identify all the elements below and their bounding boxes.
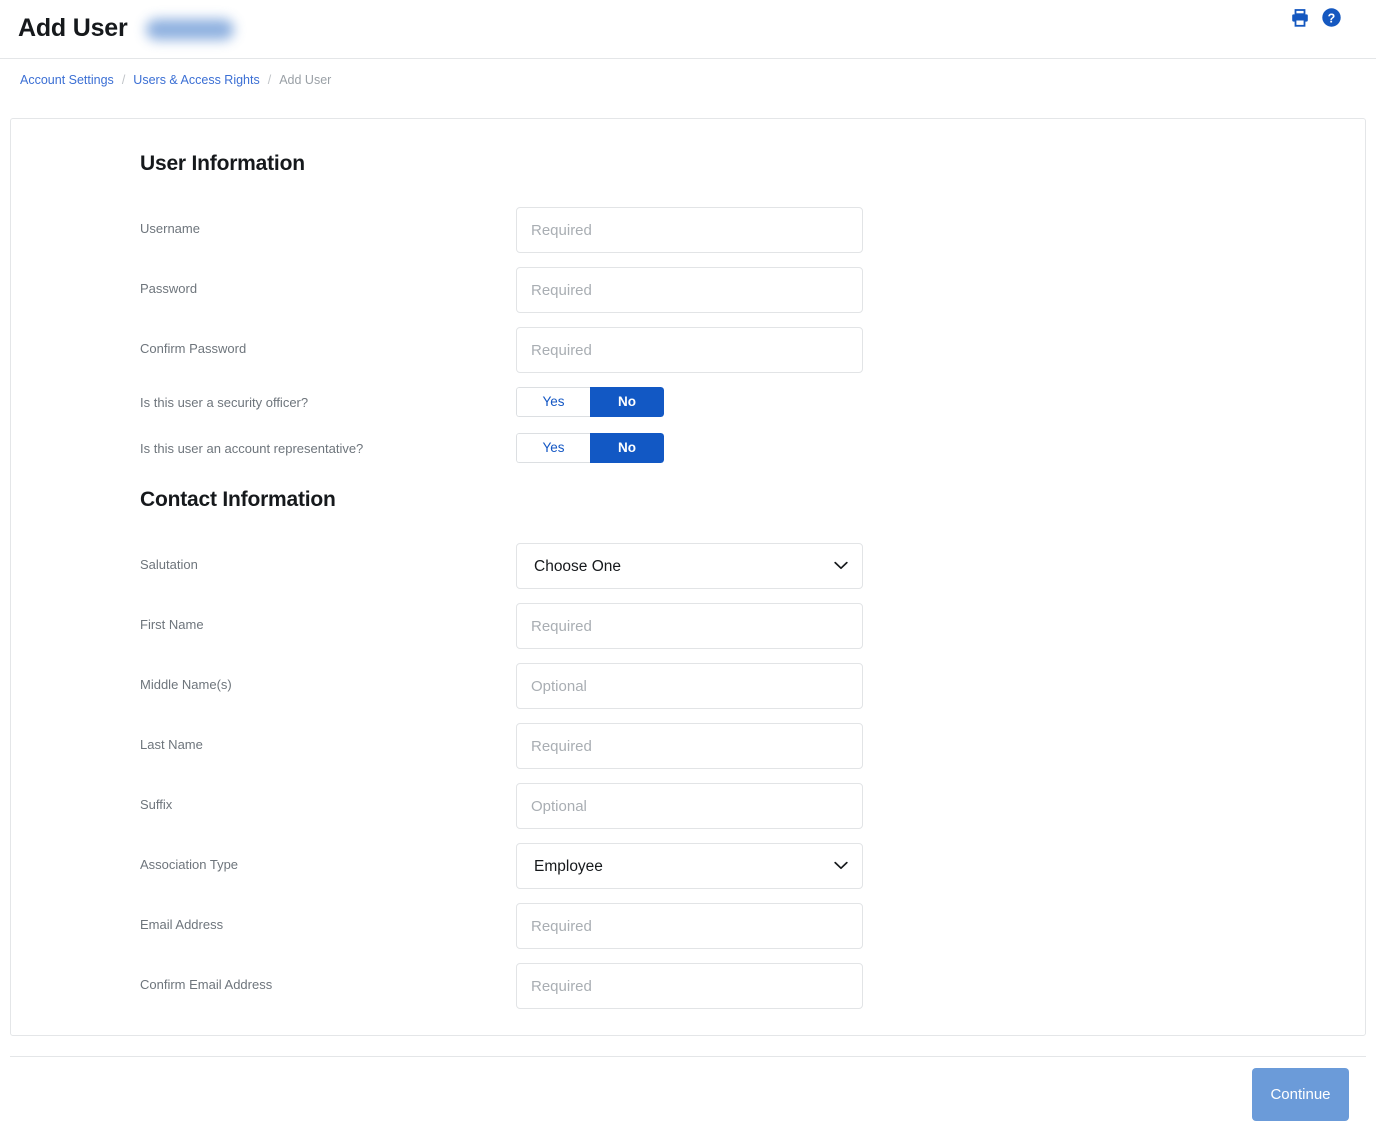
label-username: Username: [140, 221, 200, 236]
security-officer-toggle: Yes No: [516, 387, 664, 417]
print-icon[interactable]: [1290, 8, 1310, 33]
label-suffix: Suffix: [140, 797, 173, 812]
field-row-salutation: Salutation Choose One: [140, 543, 1365, 589]
field-row-email-address: Email Address: [140, 903, 1365, 949]
label-account-representative: Is this user an account representative?: [140, 440, 364, 456]
suffix-input[interactable]: [516, 783, 863, 829]
association-type-select[interactable]: Employee: [516, 843, 863, 889]
breadcrumb-separator: /: [121, 73, 126, 87]
password-input[interactable]: [516, 267, 863, 313]
label-salutation: Salutation: [140, 557, 198, 572]
label-security-officer: Is this user a security officer?: [140, 394, 309, 410]
field-row-security-officer: Is this user a security officer? Yes No: [140, 387, 1365, 417]
confirm-password-input[interactable]: [516, 327, 863, 373]
breadcrumb-separator: /: [267, 73, 272, 87]
salutation-select[interactable]: Choose One: [516, 543, 863, 589]
help-icon[interactable]: ?: [1321, 7, 1342, 33]
label-password: Password: [140, 281, 198, 296]
confirm-email-address-input[interactable]: [516, 963, 863, 1009]
breadcrumb-item-add-user: Add User: [279, 73, 332, 87]
section-title-user-information: User Information: [140, 152, 305, 175]
username-input[interactable]: [516, 207, 863, 253]
field-row-confirm-password: Confirm Password: [140, 327, 1365, 373]
footer-bar: Continue: [0, 1068, 1376, 1121]
form-card: User Information Username Password Confi…: [10, 118, 1366, 1036]
security-officer-yes-button[interactable]: Yes: [516, 387, 590, 417]
last-name-input[interactable]: [516, 723, 863, 769]
field-row-middle-name: Middle Name(s): [140, 663, 1365, 709]
label-email-address: Email Address: [140, 917, 224, 932]
label-association-type: Association Type: [140, 857, 239, 872]
field-row-confirm-email-address: Confirm Email Address: [140, 963, 1365, 1009]
label-confirm-password: Confirm Password: [140, 341, 247, 356]
association-type-select-wrapper: Employee: [516, 843, 863, 889]
security-officer-no-button[interactable]: No: [590, 387, 664, 417]
header-icon-group: ?: [1290, 7, 1342, 33]
breadcrumb: Account Settings / Users & Access Rights…: [0, 59, 1376, 87]
account-representative-no-button[interactable]: No: [590, 433, 664, 463]
redacted-badge: [145, 18, 234, 40]
breadcrumb-item-account-settings[interactable]: Account Settings: [20, 74, 114, 87]
label-confirm-email-address: Confirm Email Address: [140, 977, 273, 992]
field-row-association-type: Association Type Employee: [140, 843, 1365, 889]
salutation-select-wrapper: Choose One: [516, 543, 863, 589]
add-user-form: User Information Username Password Confi…: [11, 119, 1365, 1009]
first-name-input[interactable]: [516, 603, 863, 649]
label-last-name: Last Name: [140, 737, 203, 752]
field-row-suffix: Suffix: [140, 783, 1365, 829]
page-header: Add User ?: [0, 0, 1376, 59]
account-representative-yes-button[interactable]: Yes: [516, 433, 590, 463]
middle-name-input[interactable]: [516, 663, 863, 709]
section-title-contact-information: Contact Information: [140, 488, 336, 511]
email-address-input[interactable]: [516, 903, 863, 949]
field-row-last-name: Last Name: [140, 723, 1365, 769]
label-middle-name: Middle Name(s): [140, 677, 232, 692]
field-row-password: Password: [140, 267, 1365, 313]
page-title: Add User: [18, 13, 128, 42]
breadcrumb-item-users-access-rights[interactable]: Users & Access Rights: [133, 74, 259, 87]
label-first-name: First Name: [140, 617, 204, 632]
svg-text:?: ?: [1328, 11, 1336, 25]
field-row-account-representative: Is this user an account representative? …: [140, 433, 1365, 463]
field-row-username: Username: [140, 207, 1365, 253]
account-representative-toggle: Yes No: [516, 433, 664, 463]
footer-divider: [10, 1056, 1366, 1057]
continue-button[interactable]: Continue: [1252, 1068, 1349, 1121]
field-row-first-name: First Name: [140, 603, 1365, 649]
